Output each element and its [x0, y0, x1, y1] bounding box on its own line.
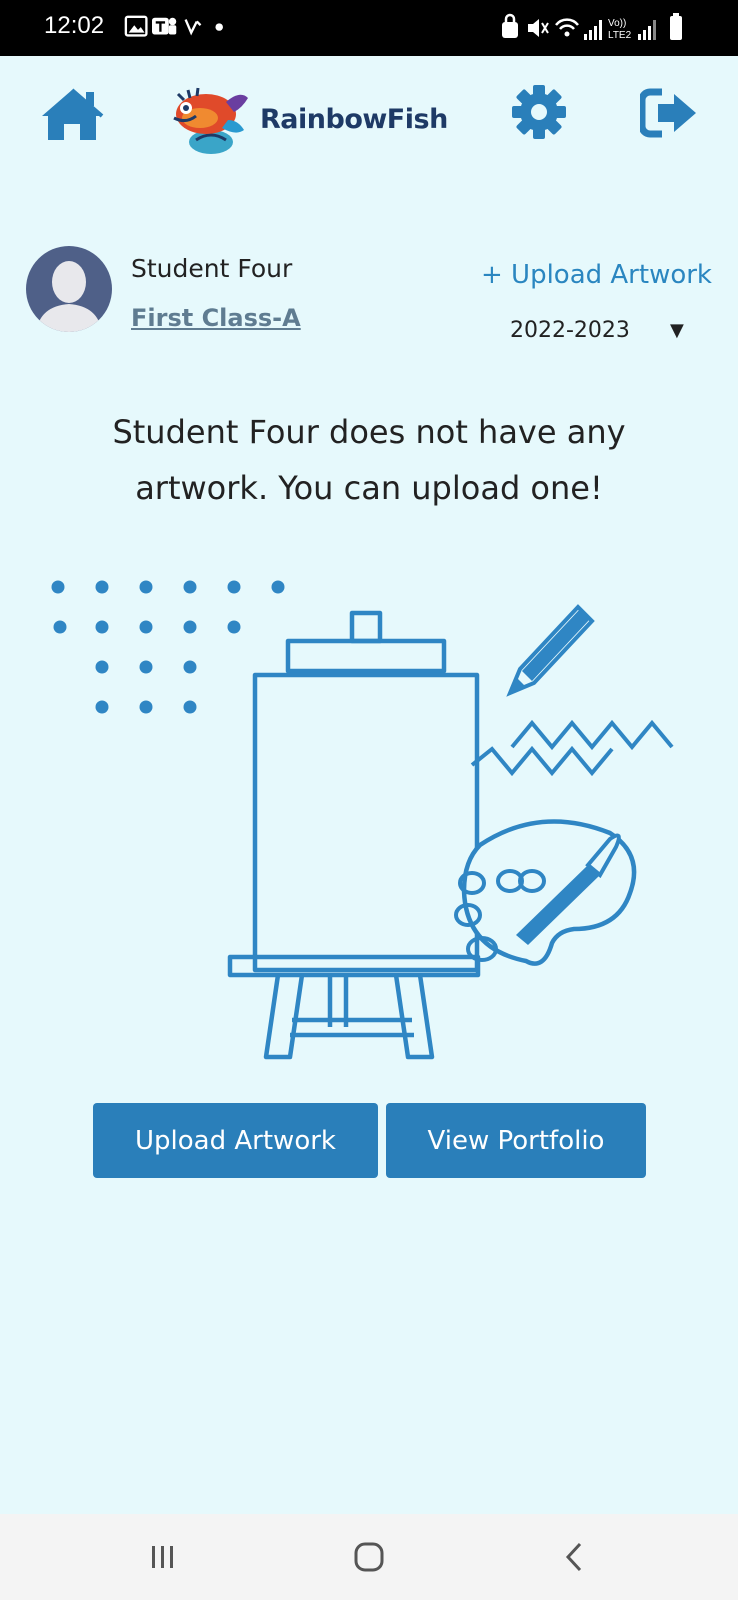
upload-artwork-link[interactable]: + Upload Artwork	[481, 260, 712, 290]
missed-call-icon	[184, 19, 202, 36]
chevron-down-icon: ▼	[670, 320, 684, 341]
status-left-icons	[124, 15, 223, 37]
battery-icon	[670, 13, 682, 40]
status-time: 12:02	[44, 12, 105, 39]
signal-icon	[584, 20, 602, 40]
avatar	[26, 246, 112, 332]
empty-state-line-1: Student Four does not have any	[112, 413, 626, 451]
lock-icon	[502, 13, 518, 38]
rainbowfish-logo: RainbowFish	[166, 80, 448, 160]
home-icon[interactable]	[40, 86, 104, 142]
gear-icon[interactable]	[511, 84, 567, 140]
fish-logo-icon	[173, 87, 248, 154]
system-navigation-bar	[0, 1514, 738, 1600]
status-bar: 12:02 Vo)) LTE2	[0, 0, 738, 56]
sign-out-icon[interactable]	[640, 88, 700, 138]
school-year-select[interactable]: 2022-2023 ▼	[510, 318, 690, 352]
class-link[interactable]: First Class-A	[131, 304, 301, 332]
signal-icon-2	[638, 20, 656, 40]
decorative-dots	[51, 580, 285, 714]
school-year-value: 2022-2023	[510, 318, 630, 343]
empty-state-message: Student Four does not have any artwork. …	[40, 404, 698, 516]
pencil-icon	[506, 604, 595, 697]
zigzag-lines	[470, 719, 674, 777]
home-circle-icon[interactable]	[352, 1540, 386, 1574]
user-silhouette-icon	[36, 261, 102, 332]
palette-icon	[454, 819, 637, 966]
view-portfolio-button[interactable]: View Portfolio	[386, 1103, 646, 1178]
recents-icon[interactable]	[148, 1542, 178, 1572]
easel-icon	[227, 610, 481, 1060]
upload-artwork-button[interactable]: Upload Artwork	[93, 1103, 378, 1178]
volte-text: Vo))	[608, 18, 626, 29]
easel-illustration	[51, 580, 674, 1060]
mute-icon	[528, 19, 549, 37]
teams-icon	[152, 17, 177, 35]
lte-text: LTE2	[608, 30, 632, 41]
empty-state-line-2: artwork. You can upload one!	[135, 469, 603, 507]
status-right-icons: Vo)) LTE2	[502, 13, 682, 41]
logo-text: RainbowFish	[260, 104, 448, 135]
wifi-icon	[555, 18, 579, 37]
back-icon[interactable]	[562, 1540, 586, 1574]
dot-icon	[215, 23, 223, 31]
student-name: Student Four	[131, 254, 293, 283]
gallery-icon	[124, 15, 148, 37]
